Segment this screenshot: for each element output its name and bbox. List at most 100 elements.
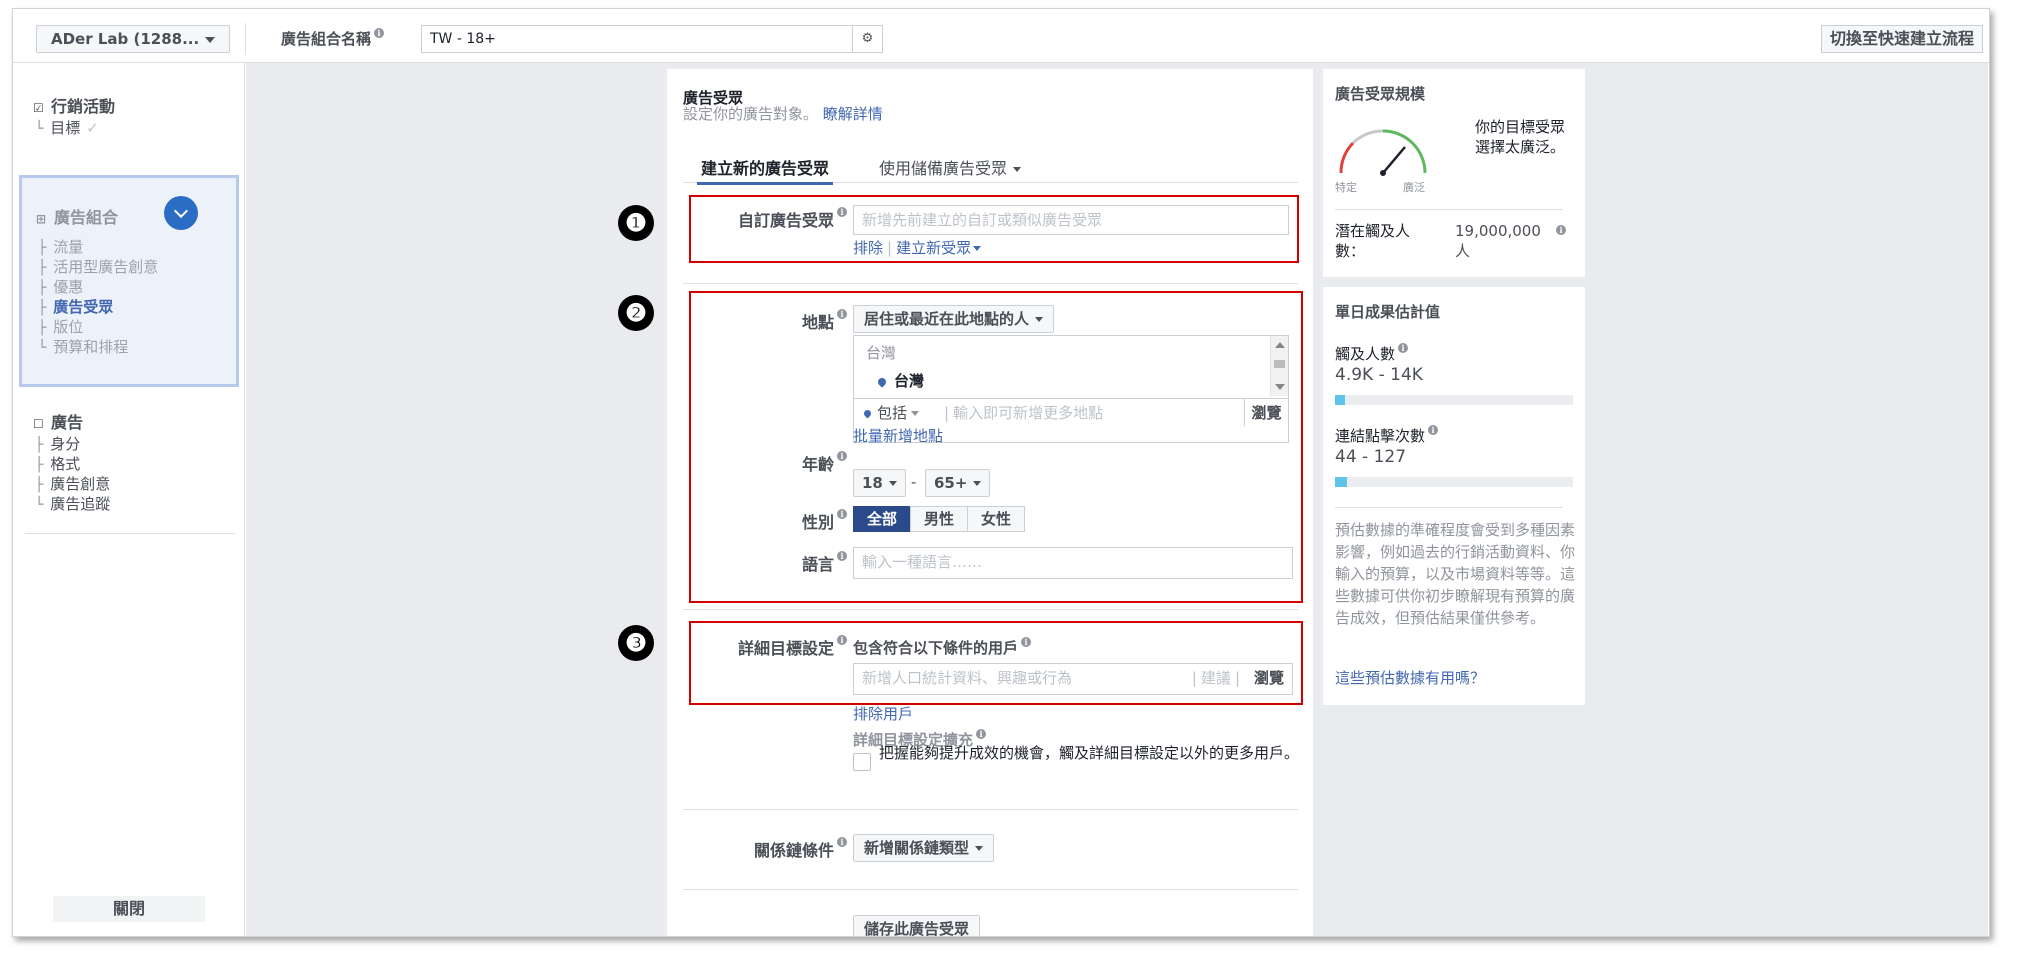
bulk-add-locations-link[interactable]: 批量新增地點: [853, 425, 943, 446]
sidebar-item-label: 目標: [50, 119, 81, 137]
sidebar-item-ad[interactable]: ☐ 廣告: [33, 409, 83, 433]
sidebar-adset-section: ⊞ 廣告組合 ├ 流量 ├ 活用型廣告創意 ├ 優惠 ├ 廣告受眾 ├ 版位 └ …: [19, 175, 239, 387]
placeholder-text: 輸入即可新增更多地點: [953, 404, 1104, 422]
divider: [683, 609, 1298, 610]
info-icon[interactable]: i: [837, 509, 847, 519]
daily-results-card: 單日成果估計值 觸及人數 i 4.9K - 14K 連結點擊次數 i 44 - 12…: [1323, 287, 1585, 705]
link-clicks-bar-fill: [1335, 477, 1347, 487]
audience-gauge-icon: [1339, 129, 1427, 176]
sidebar-item-offer[interactable]: ├ 優惠: [38, 278, 158, 298]
info-icon[interactable]: i: [1398, 343, 1409, 353]
sidebar-item-placements[interactable]: ├ 版位: [38, 318, 158, 338]
sidebar-item-audience[interactable]: ├ 廣告受眾: [38, 298, 158, 318]
info-icon[interactable]: i: [837, 451, 847, 461]
language-label: 語言 i: [697, 551, 847, 575]
location-search-input[interactable]: | 輸入即可新增更多地點: [944, 399, 1103, 427]
adset-name-input[interactable]: TW - 18+: [421, 25, 853, 53]
info-icon[interactable]: i: [837, 309, 847, 319]
info-icon[interactable]: i: [374, 28, 385, 38]
sidebar-item-label: 流量: [53, 238, 84, 256]
sidebar-item-traffic[interactable]: ├ 流量: [38, 238, 158, 258]
detailed-include-label: 包含符合以下條件的用戶 i: [853, 637, 1032, 658]
label-text: 詳細目標設定: [737, 639, 834, 658]
divider: [25, 533, 235, 534]
sidebar-item-format[interactable]: ├ 格式: [35, 455, 110, 475]
include-dropdown[interactable]: 包括: [862, 399, 920, 427]
exclude-link[interactable]: 排除: [853, 239, 883, 257]
label-text: 地點: [801, 313, 834, 332]
sidebar-item-creative[interactable]: ├ 廣告創意: [35, 475, 110, 495]
exclude-people-link[interactable]: 排除用戶: [853, 703, 913, 724]
divider: [1335, 209, 1563, 210]
custom-audience-input[interactable]: 新增先前建立的自訂或類似廣告受眾: [853, 205, 1289, 235]
tab-create-new-audience[interactable]: 建立新的廣告受眾: [696, 155, 834, 185]
location-pin-icon: [862, 408, 873, 419]
reach-estimate-value: 4.9K - 14K: [1335, 365, 1423, 385]
gender-option-all[interactable]: 全部: [853, 506, 911, 532]
save-audience-button[interactable]: 儲存此廣告受眾: [853, 915, 981, 936]
collapse-toggle-icon[interactable]: [164, 196, 198, 230]
sidebar-item-objective[interactable]: └ 目標 ✓: [35, 119, 99, 139]
potential-reach-label: 潛在觸及人數：: [1335, 222, 1411, 260]
dropdown-value: 居住或最近在此地點的人: [864, 310, 1030, 328]
language-input[interactable]: 輸入一種語言……: [853, 547, 1293, 579]
age-max-dropdown[interactable]: 65+: [925, 469, 991, 497]
account-selector[interactable]: ADer Lab (1288...: [36, 25, 230, 53]
location-browse-button[interactable]: 瀏覽: [1244, 399, 1288, 426]
suggest-link[interactable]: 建議: [1201, 669, 1231, 687]
info-icon[interactable]: i: [1428, 425, 1439, 435]
sidebar-item-identity[interactable]: ├ 身分: [35, 435, 110, 455]
chevron-down-icon: [975, 846, 984, 851]
sidebar-item-label: 廣告組合: [54, 208, 119, 227]
switch-quick-creation-button[interactable]: 切換至快速建立流程: [1820, 25, 1983, 53]
info-icon[interactable]: i: [976, 729, 987, 739]
scroll-up-icon[interactable]: [1275, 342, 1285, 348]
chevron-down-icon: [973, 246, 982, 251]
detailed-expansion-checkbox[interactable]: [853, 753, 871, 771]
info-icon[interactable]: i: [837, 207, 847, 217]
label-text: 關係鏈條件: [753, 841, 834, 860]
chevron-down-icon: [205, 37, 215, 43]
sidebar-item-dynamic-creative[interactable]: ├ 活用型廣告創意: [38, 258, 158, 278]
sidebar-item-tracking[interactable]: └ 廣告追蹤: [35, 495, 110, 515]
info-icon[interactable]: i: [1556, 225, 1566, 235]
age-range-dash: -: [911, 473, 917, 491]
scroll-down-icon[interactable]: [1275, 384, 1285, 390]
main-area: 廣告受眾 設定你的廣告對象。 瞭解詳情 建立新的廣告受眾 使用儲備廣告受眾 自訂…: [246, 63, 1988, 936]
learn-more-link[interactable]: 瞭解詳情: [823, 105, 883, 123]
gender-option-male[interactable]: 男性: [910, 506, 968, 532]
detailed-targeting-input[interactable]: 新增人口統計資料、興趣或行為 | 建議 | 瀏覽: [853, 663, 1293, 695]
reach-estimate-label: 觸及人數 i: [1335, 343, 1409, 364]
age-min-dropdown[interactable]: 18: [853, 469, 906, 497]
callout-3: ❸: [618, 625, 654, 661]
sidebar-item-campaign[interactable]: ☑ 行銷活動: [33, 93, 115, 117]
detailed-browse-button[interactable]: 瀏覽: [1254, 664, 1284, 692]
info-icon[interactable]: i: [837, 837, 847, 847]
estimates-feedback-link[interactable]: 這些預估數據有用嗎？: [1335, 667, 1485, 688]
potential-reach-value: 19,000,000 人: [1455, 222, 1541, 260]
callout-1: ❶: [618, 205, 654, 241]
audience-subtitle: 設定你的廣告對象。 瞭解詳情: [683, 103, 883, 124]
tab-saved-audience[interactable]: 使用儲備廣告受眾: [879, 155, 1022, 179]
scroll-thumb[interactable]: [1274, 360, 1285, 368]
sidebar-item-budget-schedule[interactable]: └ 預算和排程: [38, 338, 158, 358]
audience-size-card: 廣告受眾規模 特定 廣泛 你的目標受眾選擇太廣泛。 潛在觸及人數： 19,000…: [1323, 69, 1585, 277]
info-icon[interactable]: i: [837, 551, 847, 561]
tab-label: 使用儲備廣告受眾: [879, 159, 1008, 178]
ad-tree: ├ 身分 ├ 格式 ├ 廣告創意 └ 廣告追蹤: [35, 435, 110, 515]
info-icon[interactable]: i: [837, 635, 847, 645]
location-type-dropdown[interactable]: 居住或最近在此地點的人: [853, 305, 1055, 333]
close-button[interactable]: 關閉: [53, 896, 205, 922]
gear-icon[interactable]: ⚙: [853, 25, 883, 53]
scrollbar[interactable]: [1270, 336, 1288, 396]
gender-option-female[interactable]: 女性: [967, 506, 1025, 532]
info-icon[interactable]: i: [1021, 637, 1032, 647]
selected-location[interactable]: 台灣: [876, 370, 924, 391]
detailed-targeting-label: 詳細目標設定 i: [697, 635, 847, 659]
create-new-audience-link[interactable]: 建立新受眾: [896, 239, 971, 257]
add-connection-type-dropdown[interactable]: 新增關係鏈類型: [853, 834, 995, 862]
connections-label: 關係鏈條件 i: [697, 837, 847, 861]
audience-size-message: 你的目標受眾選擇太廣泛。: [1475, 118, 1566, 156]
link-clicks-label: 連結點擊次數 i: [1335, 425, 1439, 446]
sidebar-item-adset[interactable]: ⊞ 廣告組合: [36, 204, 118, 228]
